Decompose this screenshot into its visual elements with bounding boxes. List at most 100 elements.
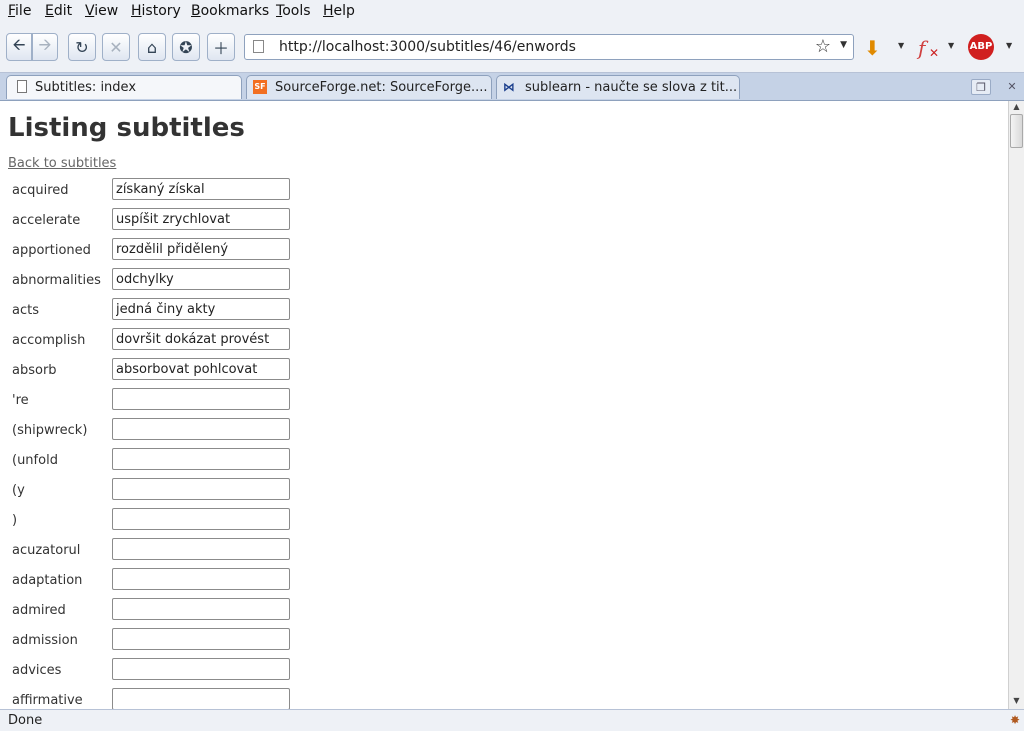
translation-input[interactable] xyxy=(112,688,290,709)
plus-icon: ＋ xyxy=(212,39,229,58)
page-content: Listing subtitles Back to subtitles acqu… xyxy=(0,101,1008,709)
home-button[interactable]: ⌂ xyxy=(138,33,166,61)
download-helper-icon[interactable]: ⬇ xyxy=(864,36,881,60)
address-bar[interactable]: http://localhost:3000/subtitles/46/enwor… xyxy=(244,34,854,60)
english-word: 're xyxy=(12,393,29,408)
windows-icon: ❐ xyxy=(976,81,986,94)
menu-file[interactable]: File xyxy=(8,3,31,19)
word-row: admired xyxy=(0,597,300,627)
tab-sourceforge[interactable]: SF SourceForge.net: SourceForge.... xyxy=(246,75,492,99)
word-row: advices xyxy=(0,657,300,687)
tab-subtitles-index[interactable]: Subtitles: index xyxy=(6,75,242,99)
word-row: acquired xyxy=(0,177,300,207)
chevron-down-icon[interactable]: ▼ xyxy=(948,41,954,50)
vertical-scrollbar[interactable]: ▲ ▼ xyxy=(1008,101,1024,709)
chevron-down-icon[interactable]: ▼ xyxy=(898,41,904,50)
page-title: Listing subtitles xyxy=(8,113,245,143)
back-button[interactable]: 🡨 xyxy=(6,33,32,61)
bookmarks-button[interactable]: ✪ xyxy=(172,33,200,61)
translation-input[interactable] xyxy=(112,658,290,680)
translation-input[interactable] xyxy=(112,448,290,470)
close-icon: ✕ xyxy=(1007,80,1017,93)
status-bar: Done ✸ xyxy=(0,709,1024,731)
menu-edit[interactable]: Edit xyxy=(45,3,72,19)
word-row: ) xyxy=(0,507,300,537)
word-row: admission xyxy=(0,627,300,657)
url-text[interactable]: http://localhost:3000/subtitles/46/enwor… xyxy=(279,39,576,55)
flashblock-icon[interactable]: f xyxy=(918,36,925,60)
translation-input[interactable] xyxy=(112,328,290,350)
scroll-down-icon[interactable]: ▼ xyxy=(1010,696,1023,708)
translation-input[interactable] xyxy=(112,208,290,230)
translation-input[interactable] xyxy=(112,178,290,200)
english-word: ) xyxy=(12,513,18,528)
english-word: (shipwreck) xyxy=(12,423,88,438)
english-word: acts xyxy=(12,303,39,318)
english-word: accomplish xyxy=(12,333,86,348)
translation-input[interactable] xyxy=(112,268,290,290)
translation-input[interactable] xyxy=(112,418,290,440)
reload-button[interactable]: ↻ xyxy=(68,33,96,61)
word-row: adaptation xyxy=(0,567,300,597)
menu-bar: File Edit View History Bookmarks Tools H… xyxy=(0,0,1024,24)
page-icon xyxy=(253,40,264,53)
translation-input[interactable] xyxy=(112,298,290,320)
close-tab-button[interactable]: ✕ xyxy=(1002,79,1022,95)
menu-tools[interactable]: Tools xyxy=(276,3,311,19)
tab-list-button[interactable]: ❐ xyxy=(971,79,991,95)
stop-icon: ✕ xyxy=(109,37,123,57)
navigation-toolbar: 🡨 🡪 ↻ ✕ ⌂ ✪ ＋ http://localhost:3000/subt… xyxy=(0,24,1024,73)
english-word: abnormalities xyxy=(12,273,101,288)
tab-sublearn[interactable]: ⋈ sublearn - naučte se slova z tit... xyxy=(496,75,740,99)
stop-button[interactable]: ✕ xyxy=(102,33,130,61)
menu-view[interactable]: View xyxy=(85,3,118,19)
close-icon: ✕ xyxy=(929,46,940,60)
adblock-icon[interactable]: ABP xyxy=(968,34,994,60)
translation-input[interactable] xyxy=(112,238,290,260)
translation-input[interactable] xyxy=(112,388,290,410)
translation-input[interactable] xyxy=(112,628,290,650)
word-row: accomplish xyxy=(0,327,300,357)
sublearn-icon: ⋈ xyxy=(503,80,515,94)
bookmark-star-icon[interactable]: ☆ xyxy=(815,36,831,57)
forward-button[interactable]: 🡪 xyxy=(32,33,58,61)
word-row: affirmative xyxy=(0,687,300,709)
word-row: (unfold xyxy=(0,447,300,477)
english-word: apportioned xyxy=(12,243,91,258)
translation-input[interactable] xyxy=(112,358,290,380)
tab-title: sublearn - naučte se slova z tit... xyxy=(525,80,738,95)
tab-bar: Subtitles: index SF SourceForge.net: Sou… xyxy=(0,73,1024,101)
word-row: absorb xyxy=(0,357,300,387)
translation-input[interactable] xyxy=(112,568,290,590)
scroll-up-icon[interactable]: ▲ xyxy=(1010,102,1023,114)
menu-bookmarks[interactable]: Bookmarks xyxy=(191,3,269,19)
chevron-down-icon[interactable]: ▼ xyxy=(840,40,847,50)
translation-input[interactable] xyxy=(112,538,290,560)
back-arrow-icon: 🡨 xyxy=(12,34,26,54)
word-row: abnormalities xyxy=(0,267,300,297)
word-row: (shipwreck) xyxy=(0,417,300,447)
resize-grip-icon[interactable]: ✸ xyxy=(1010,713,1020,727)
english-word: acquired xyxy=(12,183,69,198)
chevron-down-icon[interactable]: ▼ xyxy=(1006,41,1012,50)
english-word: (unfold xyxy=(12,453,58,468)
forward-arrow-icon: 🡪 xyxy=(38,34,52,54)
status-text: Done xyxy=(8,713,43,728)
english-word: admired xyxy=(12,603,66,618)
menu-history[interactable]: History xyxy=(131,3,181,19)
word-row: apportioned xyxy=(0,237,300,267)
english-word: admission xyxy=(12,633,78,648)
menu-help[interactable]: Help xyxy=(323,3,355,19)
sourceforge-icon: SF xyxy=(253,80,267,94)
translation-input[interactable] xyxy=(112,598,290,620)
new-tab-button[interactable]: ＋ xyxy=(207,33,235,61)
english-word: affirmative xyxy=(12,693,83,708)
english-word: accelerate xyxy=(12,213,81,228)
translation-input[interactable] xyxy=(112,508,290,530)
back-to-subtitles-link[interactable]: Back to subtitles xyxy=(8,156,116,171)
translation-input[interactable] xyxy=(112,478,290,500)
word-row: acts xyxy=(0,297,300,327)
english-word: absorb xyxy=(12,363,57,378)
english-word: adaptation xyxy=(12,573,83,588)
scroll-thumb[interactable] xyxy=(1010,114,1023,148)
